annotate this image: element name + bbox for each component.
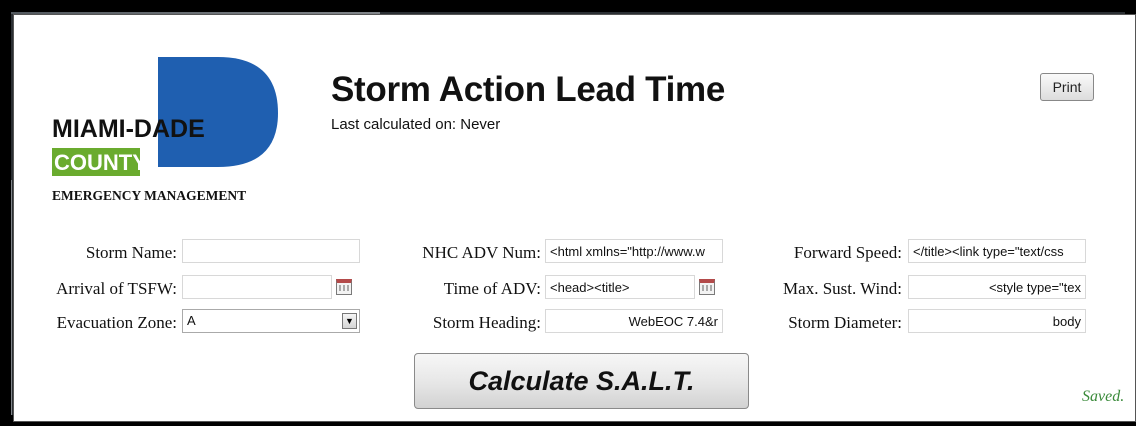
nhc-adv-num-input[interactable] [545, 239, 723, 263]
logo-line2: COUNTY [54, 150, 147, 175]
storm-diameter-label: Storm Diameter: [788, 313, 902, 332]
storm-heading-input[interactable] [545, 309, 723, 333]
print-button[interactable]: Print [1040, 73, 1094, 101]
storm-name-label: Storm Name: [85, 243, 177, 262]
page-title: Storm Action Lead Time [331, 70, 726, 109]
salt-form-page: MIAMI-DADE COUNTY EMERGENCY MANAGEMENT S… [13, 14, 1136, 422]
forward-speed-label: Forward Speed: [793, 243, 902, 262]
calendar-icon[interactable] [699, 279, 715, 295]
last-calculated-text: Last calculated on: Never [331, 116, 501, 133]
storm-name-input[interactable] [182, 239, 360, 263]
time-of-adv-label: Time of ADV: [443, 279, 541, 298]
calendar-icon[interactable] [336, 279, 352, 295]
logo-line3: EMERGENCY MANAGEMENT [52, 188, 246, 203]
miami-dade-logo: MIAMI-DADE COUNTY EMERGENCY MANAGEMENT [52, 57, 278, 203]
chevron-down-icon[interactable]: ▼ [342, 313, 357, 329]
logo-line1: MIAMI-DADE [52, 115, 205, 143]
time-of-adv-input[interactable] [545, 275, 695, 299]
max-sust-wind-label: Max. Sust. Wind: [783, 279, 902, 298]
forward-speed-input[interactable] [908, 239, 1086, 263]
arrival-tsfw-label: Arrival of TSFW: [56, 279, 177, 298]
evacuation-zone-value: A [187, 313, 196, 328]
storm-heading-label: Storm Heading: [432, 313, 541, 332]
arrival-tsfw-input[interactable] [182, 275, 332, 299]
calculate-salt-button[interactable]: Calculate S.A.L.T. [414, 353, 749, 409]
saved-status: Saved. [1082, 388, 1125, 405]
max-sust-wind-input[interactable] [908, 275, 1086, 299]
storm-diameter-input[interactable] [908, 309, 1086, 333]
evacuation-zone-select[interactable]: A ▼ [182, 309, 360, 333]
evacuation-zone-label: Evacuation Zone: [56, 313, 177, 332]
nhc-adv-num-label: NHC ADV Num: [422, 243, 541, 262]
